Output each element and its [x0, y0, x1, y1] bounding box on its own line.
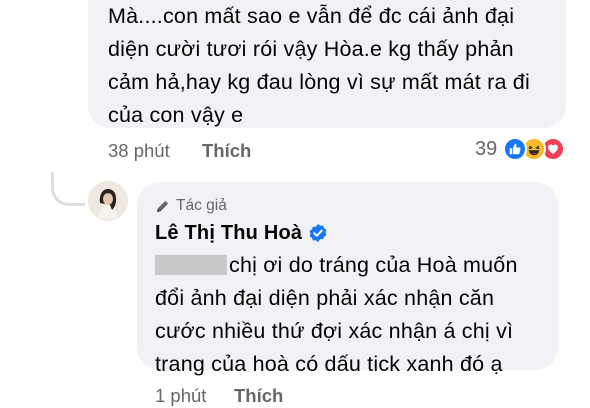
- comment-line: Mà....con mất sao e vẫn để đc cái ảnh đạ…: [108, 4, 515, 28]
- like-link[interactable]: Thích: [234, 385, 283, 407]
- avatar[interactable]: [88, 181, 128, 221]
- verified-badge-icon: [308, 223, 328, 243]
- comment-timestamp[interactable]: 38 phút: [108, 140, 170, 162]
- reply-line: đổi ảnh đại diện phải xác nhận căn: [155, 286, 495, 310]
- reply-text: chị ơi do tráng của Hoà muốn đổi ảnh đại…: [155, 249, 550, 381]
- comment-line: của con vậy e: [108, 103, 244, 127]
- reply-line: cước nhiều thứ đợi xác nhận á chị vì: [155, 319, 514, 343]
- reply-line: chị ơi do tráng của Hoà muốn: [155, 249, 550, 282]
- like-link[interactable]: Thích: [202, 140, 251, 162]
- comment-line: diện cười tươi rói vậy Hòa.e kg thấy phả…: [108, 37, 514, 61]
- author-badge-label: Tác giả: [176, 197, 227, 214]
- comment-text: Mà....con mất sao e vẫn để đc cái ảnh đạ…: [108, 0, 566, 132]
- reply-author: Lê Thị Thu Hoà: [155, 219, 328, 247]
- reactions-summary[interactable]: 39: [475, 136, 566, 162]
- thread-connector: [51, 172, 85, 206]
- comment-line: cảm hả,hay kg đau lòng vì sự mất mát ra …: [108, 70, 530, 94]
- reply-timestamp[interactable]: 1 phút: [155, 385, 206, 407]
- author-name[interactable]: Lê Thị Thu Hoà: [155, 222, 302, 245]
- author-badge: Tác giả: [155, 196, 227, 216]
- pen-icon: [155, 199, 170, 214]
- reaction-count: 39: [475, 137, 498, 160]
- redacted-mention: [155, 255, 227, 275]
- reply-line: trang của hoà có dấu tick xanh đó ạ: [155, 352, 503, 376]
